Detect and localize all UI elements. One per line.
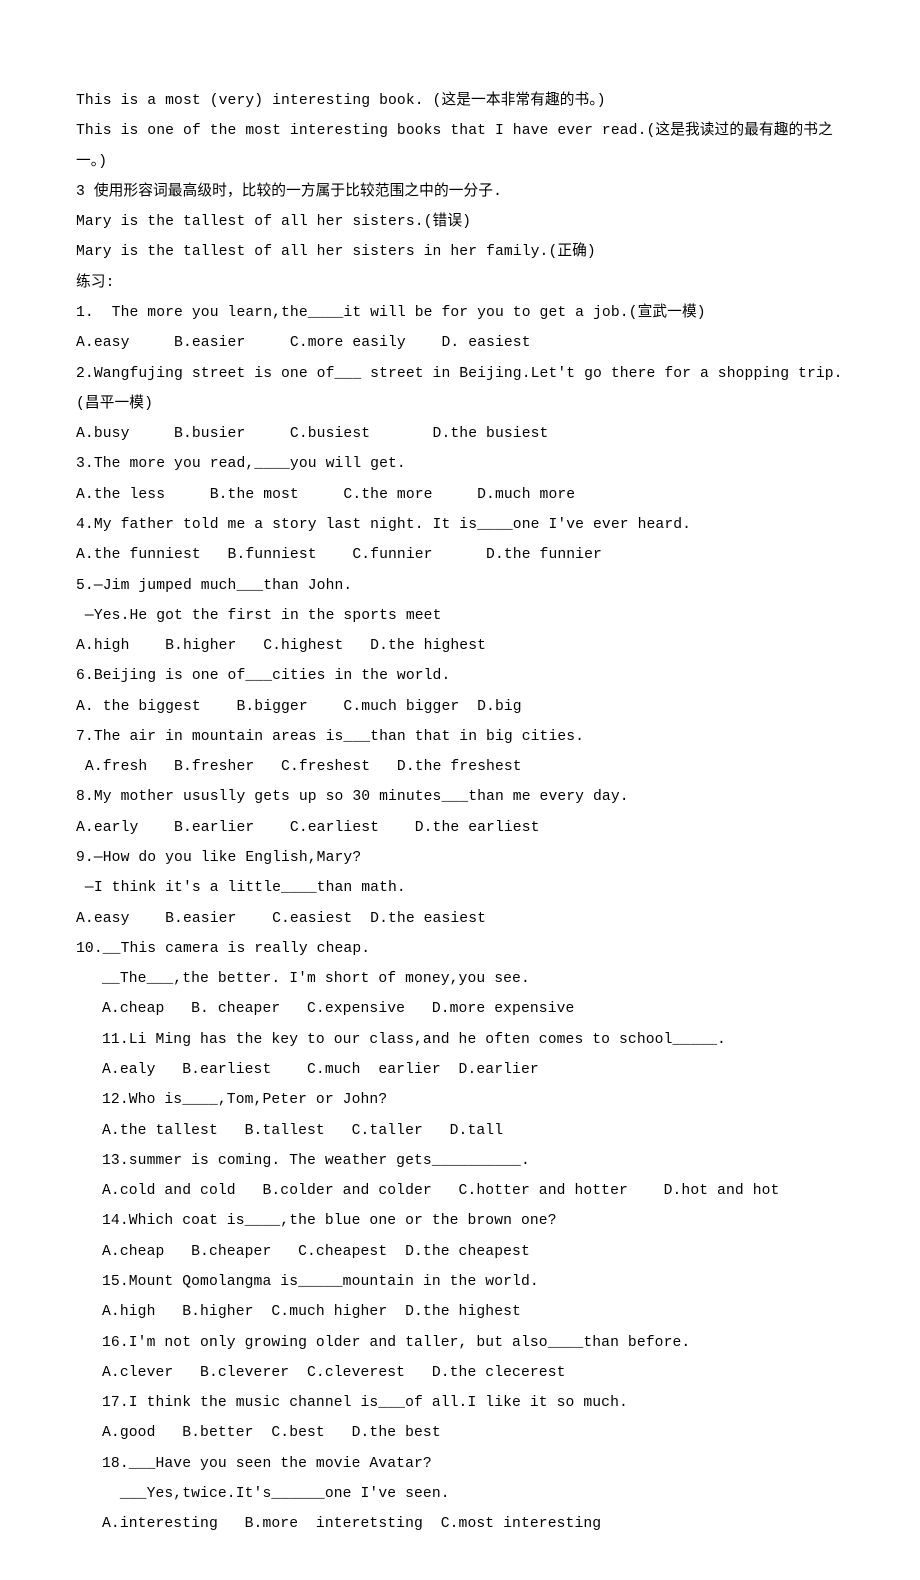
- q12-options: A.the tallest B.tallest C.taller D.tall: [76, 1116, 844, 1146]
- q5-sub: —Yes.He got the first in the sports meet: [76, 601, 844, 631]
- q6-stem: 6.Beijing is one of___cities in the worl…: [76, 661, 844, 691]
- intro-line-3: 3 使用形容词最高级时，比较的一方属于比较范围之中的一分子.: [76, 177, 844, 207]
- q4-options: A.the funniest B.funniest C.funnier D.th…: [76, 540, 844, 570]
- q5-stem: 5.—Jim jumped much___than John.: [76, 571, 844, 601]
- q16-options: A.clever B.cleverer C.cleverest D.the cl…: [76, 1358, 844, 1388]
- q2-options: A.busy B.busier C.busiest D.the busiest: [76, 419, 844, 449]
- q4-stem: 4.My father told me a story last night. …: [76, 510, 844, 540]
- intro-line-4: Mary is the tallest of all her sisters.(…: [76, 207, 844, 237]
- q3-stem: 3.The more you read,____you will get.: [76, 449, 844, 479]
- q2-stem: 2.Wangfujing street is one of___ street …: [76, 359, 844, 420]
- q11-stem: 11.Li Ming has the key to our class,and …: [76, 1025, 844, 1055]
- q7-options: A.fresh B.fresher C.freshest D.the fresh…: [76, 752, 844, 782]
- q16-stem: 16.I'm not only growing older and taller…: [76, 1328, 844, 1358]
- intro-line-5: Mary is the tallest of all her sisters i…: [76, 237, 844, 267]
- q18-sub: ___Yes,twice.It's______one I've seen.: [76, 1479, 844, 1509]
- q13-options: A.cold and cold B.colder and colder C.ho…: [76, 1176, 844, 1206]
- q12-stem: 12.Who is____,Tom,Peter or John?: [76, 1085, 844, 1115]
- q10-stem: 10.__This camera is really cheap.: [76, 934, 844, 964]
- q18-stem: 18.___Have you seen the movie Avatar?: [76, 1449, 844, 1479]
- q7-stem: 7.The air in mountain areas is___than th…: [76, 722, 844, 752]
- q9-stem: 9.—How do you like English,Mary?: [76, 843, 844, 873]
- q8-options: A.early B.earlier C.earliest D.the earli…: [76, 813, 844, 843]
- practice-heading: 练习:: [76, 268, 844, 298]
- q10-options: A.cheap B. cheaper C.expensive D.more ex…: [76, 994, 844, 1024]
- q17-stem: 17.I think the music channel is___of all…: [76, 1388, 844, 1418]
- q18-options: A.interesting B.more interetsting C.most…: [76, 1509, 844, 1539]
- intro-line-1: This is a most (very) interesting book. …: [76, 86, 844, 116]
- q9-sub: —I think it's a little____than math.: [76, 873, 844, 903]
- q5-options: A.high B.higher C.highest D.the highest: [76, 631, 844, 661]
- q17-options: A.good B.better C.best D.the best: [76, 1418, 844, 1448]
- q6-options: A. the biggest B.bigger C.much bigger D.…: [76, 692, 844, 722]
- q1-options: A.easy B.easier C.more easily D. easiest: [76, 328, 844, 358]
- q15-stem: 15.Mount Qomolangma is_____mountain in t…: [76, 1267, 844, 1297]
- q10-sub: __The___,the better. I'm short of money,…: [76, 964, 844, 994]
- q14-stem: 14.Which coat is____,the blue one or the…: [76, 1206, 844, 1236]
- q8-stem: 8.My mother ususlly gets up so 30 minute…: [76, 782, 844, 812]
- q11-options: A.ealy B.earliest C.much earlier D.earli…: [76, 1055, 844, 1085]
- q3-options: A.the less B.the most C.the more D.much …: [76, 480, 844, 510]
- q1-stem: 1. The more you learn,the____it will be …: [76, 298, 844, 328]
- intro-line-2: This is one of the most interesting book…: [76, 116, 844, 177]
- q14-options: A.cheap B.cheaper C.cheapest D.the cheap…: [76, 1237, 844, 1267]
- q9-options: A.easy B.easier C.easiest D.the easiest: [76, 904, 844, 934]
- q13-stem: 13.summer is coming. The weather gets___…: [76, 1146, 844, 1176]
